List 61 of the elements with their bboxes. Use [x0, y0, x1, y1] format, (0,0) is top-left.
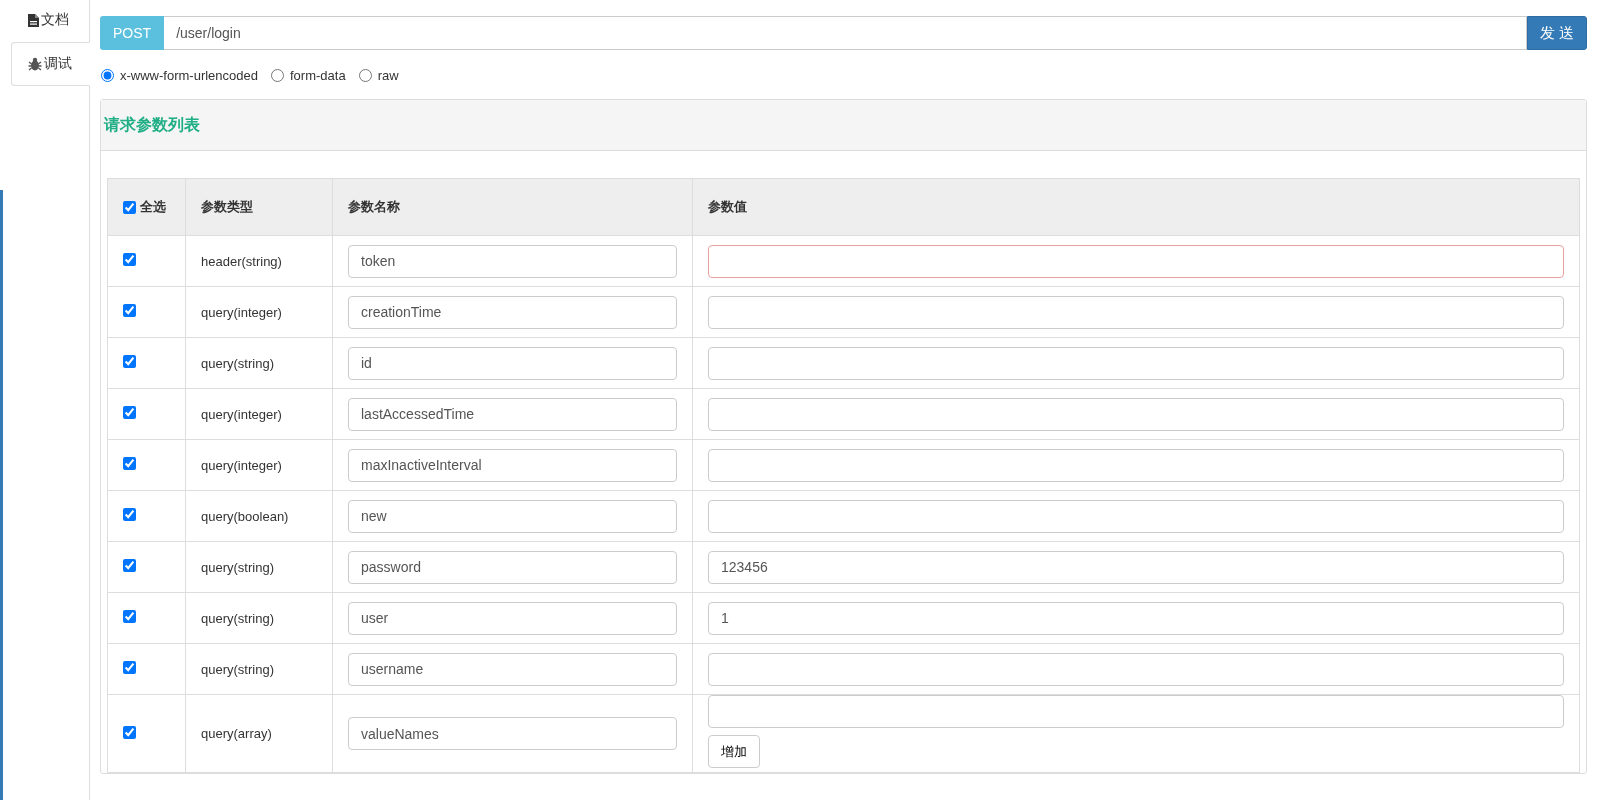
- body-type-radio[interactable]: raw: [357, 68, 399, 83]
- type-cell: query(integer): [185, 286, 333, 338]
- column-header: 参数类型: [185, 178, 333, 236]
- param-value-field[interactable]: [708, 295, 1564, 329]
- param-name-field[interactable]: id: [348, 346, 677, 380]
- type-cell: query(array): [185, 694, 333, 773]
- param-name-field[interactable]: new: [348, 499, 677, 533]
- row-checkbox[interactable]: [123, 661, 136, 674]
- column-header: 参数名称: [332, 178, 693, 236]
- row-checkbox[interactable]: [123, 559, 136, 572]
- param-value-field[interactable]: [708, 652, 1564, 686]
- url-field[interactable]: /user/login: [164, 16, 1527, 50]
- radio-button[interactable]: [358, 69, 372, 82]
- body-type-radio[interactable]: form-data: [270, 68, 346, 83]
- row-checkbox[interactable]: [123, 253, 136, 266]
- radio-label: form-data: [290, 68, 346, 83]
- param-name-field[interactable]: lastAccessedTime: [348, 397, 677, 431]
- param-value-field[interactable]: 1: [708, 601, 1564, 635]
- row-checkbox[interactable]: [123, 406, 136, 419]
- type-cell: header(string): [185, 235, 333, 287]
- param-value-field[interactable]: 123456: [708, 550, 1564, 584]
- param-name-field[interactable]: creationTime: [348, 295, 677, 329]
- type-cell: query(integer): [185, 388, 333, 440]
- file-icon: [28, 13, 39, 27]
- param-value-field[interactable]: [708, 244, 1564, 278]
- send-button[interactable]: 发 送: [1526, 16, 1587, 50]
- type-cell: query(string): [185, 643, 333, 695]
- type-cell: query(string): [185, 541, 333, 593]
- param-value-field[interactable]: [708, 448, 1564, 482]
- row-checkbox[interactable]: [123, 610, 136, 623]
- row-checkbox[interactable]: [123, 508, 136, 521]
- radio-button[interactable]: [101, 69, 114, 82]
- param-value-field[interactable]: [708, 499, 1564, 533]
- type-cell: query(integer): [185, 439, 333, 491]
- param-name-field[interactable]: username: [348, 652, 677, 686]
- side-tab[interactable]: 文档: [11, 0, 90, 40]
- select-all-checkbox[interactable]: [123, 200, 136, 214]
- radio-button[interactable]: [271, 69, 284, 82]
- row-checkbox[interactable]: [123, 725, 136, 739]
- row-checkbox[interactable]: [123, 355, 136, 368]
- param-name-field[interactable]: password: [348, 550, 677, 584]
- param-name-field[interactable]: user: [348, 601, 677, 635]
- side-tab[interactable]: 调试: [11, 42, 90, 86]
- param-name-field[interactable]: valueNames: [348, 717, 677, 750]
- param-value-field[interactable]: [708, 397, 1564, 431]
- type-cell: query(boolean): [185, 490, 333, 542]
- type-cell: query(string): [185, 592, 333, 644]
- row-checkbox[interactable]: [123, 457, 136, 470]
- param-value-field[interactable]: [708, 695, 1564, 728]
- column-header: 参数值: [692, 178, 1580, 236]
- add-button[interactable]: 增加: [708, 735, 760, 768]
- type-cell: query(string): [185, 337, 333, 389]
- panel-title: 请求参数列表: [104, 114, 200, 135]
- param-name-field[interactable]: maxInactiveInterval: [348, 448, 677, 482]
- param-name-field[interactable]: token: [348, 244, 677, 278]
- method-label: POST: [100, 16, 165, 50]
- bug-icon: [28, 57, 42, 71]
- select-all-label: 全选: [140, 198, 166, 216]
- param-value-field[interactable]: [708, 346, 1564, 380]
- radio-label: raw: [377, 68, 399, 83]
- row-checkbox[interactable]: [123, 304, 136, 317]
